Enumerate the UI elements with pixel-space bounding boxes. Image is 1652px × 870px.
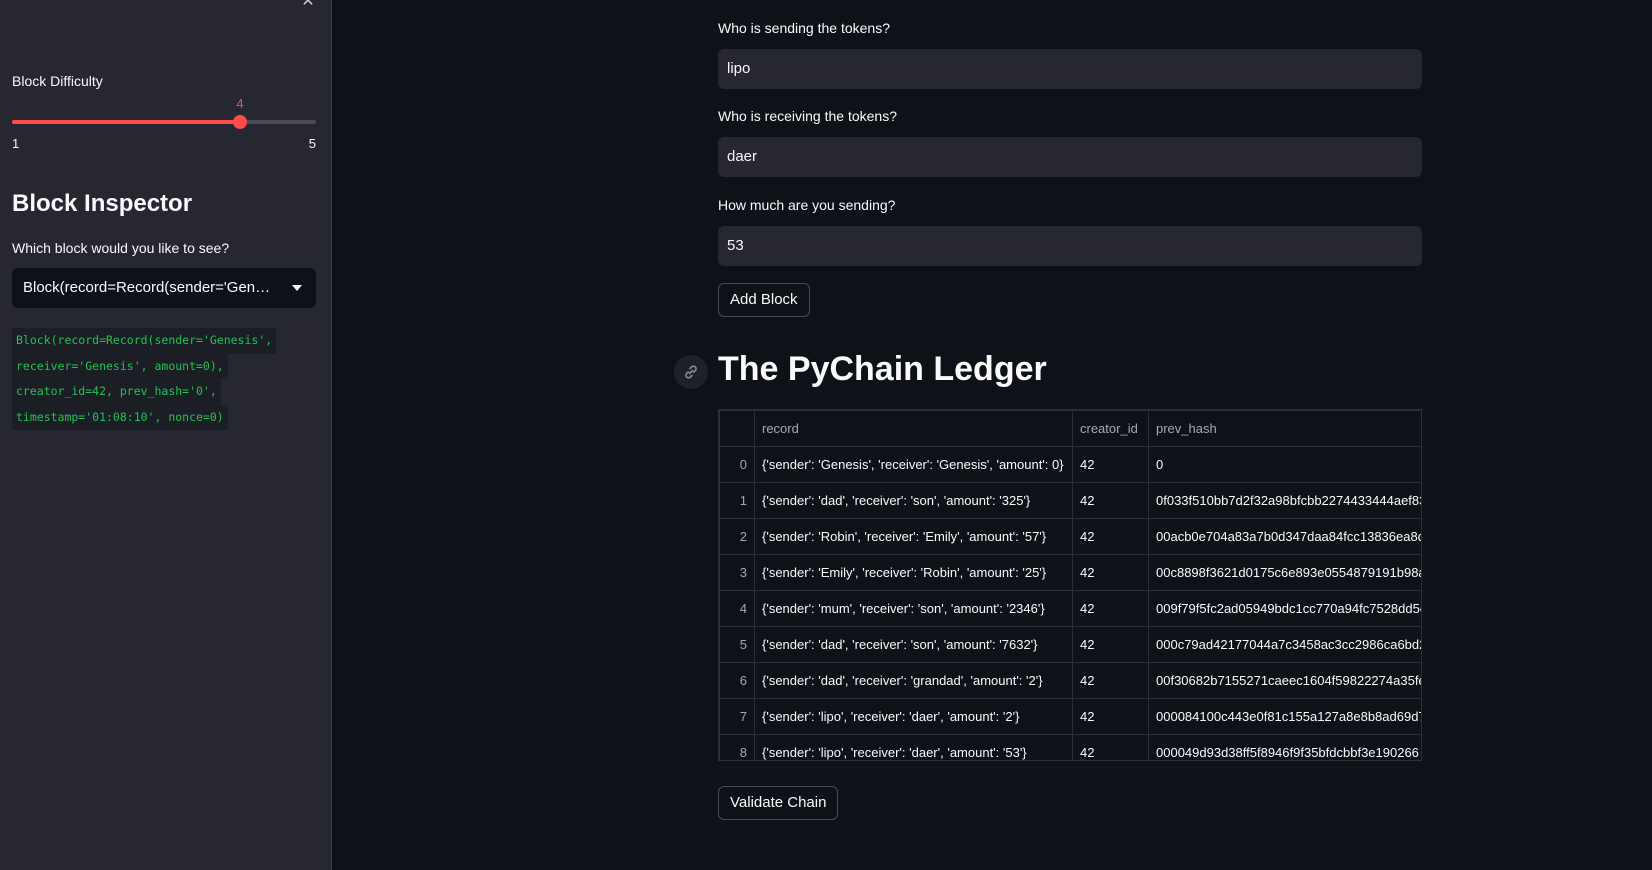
creator-id-cell: 42 — [1072, 446, 1149, 483]
which-block-label: Which block would you like to see? — [12, 240, 230, 256]
record-cell: {'sender': 'lipo', 'receiver': 'daer', '… — [754, 734, 1073, 760]
row-index: 1 — [719, 482, 755, 519]
prev-hash-cell: 000084100c443e0f81c155a127a8e8b8ad69d7 — [1148, 698, 1421, 735]
block-code-output: Block(record=Record(sender='Genesis', re… — [12, 328, 312, 430]
creator-id-cell: 42 — [1072, 698, 1149, 735]
table-row[interactable]: 5 {'sender': 'dad', 'receiver': 'son', 'a… — [719, 626, 1421, 663]
amount-input[interactable] — [718, 226, 1422, 266]
record-cell: {'sender': 'Emily', 'receiver': 'Robin',… — [754, 554, 1073, 591]
code-line: timestamp='01:08:10', nonce=0) — [12, 404, 228, 430]
code-line: Block(record=Record(sender='Genesis', — [12, 328, 277, 354]
row-index: 2 — [719, 518, 755, 555]
creator-id-cell: 42 — [1072, 482, 1149, 519]
record-cell: {'sender': 'Robin', 'receiver': 'Emily',… — [754, 518, 1073, 555]
slider-fill — [12, 120, 240, 124]
receiver-input[interactable] — [718, 137, 1422, 177]
link-icon[interactable] — [674, 355, 708, 389]
row-index: 0 — [719, 446, 755, 483]
record-cell: {'sender': 'dad', 'receiver': 'son', 'am… — [754, 626, 1073, 663]
table-row[interactable]: 3 {'sender': 'Emily', 'receiver': 'Robin'… — [719, 554, 1421, 591]
slider-thumb[interactable] — [233, 115, 247, 129]
code-line: receiver='Genesis', amount=0), — [12, 353, 228, 379]
column-header-record[interactable]: record — [754, 410, 1073, 447]
table-row[interactable]: 2 {'sender': 'Robin', 'receiver': 'Emily'… — [719, 518, 1421, 555]
block-select[interactable]: Block(record=Record(sender='Genesis', re… — [12, 268, 316, 308]
sidebar: ✕ Block Difficulty 4 1 5 Block Inspector… — [0, 0, 332, 870]
creator-id-cell: 42 — [1072, 554, 1149, 591]
column-header-creator-id[interactable]: creator_id — [1072, 410, 1149, 447]
receiver-label: Who is receiving the tokens? — [718, 108, 897, 124]
row-index: 7 — [719, 698, 755, 735]
slider-min-label: 1 — [12, 136, 20, 151]
table-header-row: record creator_id prev_hash — [719, 410, 1421, 447]
row-index: 4 — [719, 590, 755, 627]
row-index: 5 — [719, 626, 755, 663]
block-inspector-heading: Block Inspector — [12, 190, 193, 217]
block-difficulty-slider[interactable]: 4 1 5 — [12, 96, 316, 156]
record-cell: {'sender': 'Genesis', 'receiver': 'Genes… — [754, 446, 1073, 483]
table-row[interactable]: 0 {'sender': 'Genesis', 'receiver': 'Gene… — [719, 446, 1421, 483]
column-header-prev-hash[interactable]: prev_hash — [1148, 410, 1421, 447]
ledger-table[interactable]: record creator_id prev_hash 0 {'sender': … — [718, 409, 1422, 761]
slider-max-label: 5 — [308, 136, 316, 151]
block-select-value: Block(record=Record(sender='Genesis', re… — [23, 279, 316, 296]
prev-hash-cell: 000049d93d38ff5f8946f9f35bfdcbbf3e190266 — [1148, 734, 1421, 760]
table-row[interactable]: 1 {'sender': 'dad', 'receiver': 'son', 'a… — [719, 482, 1421, 519]
prev-hash-cell: 00c8898f3621d0175c6e893e0554879191b98a3 — [1148, 554, 1421, 591]
creator-id-cell: 42 — [1072, 734, 1149, 760]
ledger-title: The PyChain Ledger — [718, 350, 1047, 388]
record-cell: {'sender': 'mum', 'receiver': 'son', 'am… — [754, 590, 1073, 627]
validate-chain-button[interactable]: Validate Chain — [718, 786, 839, 820]
record-cell: {'sender': 'lipo', 'receiver': 'daer', '… — [754, 698, 1073, 735]
slider-value: 4 — [236, 96, 244, 111]
row-index: 3 — [719, 554, 755, 591]
sender-label: Who is sending the tokens? — [718, 20, 890, 36]
code-line: creator_id=42, prev_hash='0', — [12, 379, 221, 405]
block-difficulty-label: Block Difficulty — [12, 73, 103, 89]
table-row[interactable]: 4 {'sender': 'mum', 'receiver': 'son', 'a… — [719, 590, 1421, 627]
amount-label: How much are you sending? — [718, 197, 896, 213]
prev-hash-cell: 000c79ad42177044a7c3458ac3cc2986ca6bd2 — [1148, 626, 1421, 663]
creator-id-cell: 42 — [1072, 590, 1149, 627]
creator-id-cell: 42 — [1072, 518, 1149, 555]
row-index: 8 — [719, 734, 755, 760]
row-index: 6 — [719, 662, 755, 699]
table-row[interactable]: 7 {'sender': 'lipo', 'receiver': 'daer', … — [719, 698, 1421, 735]
record-cell: {'sender': 'dad', 'receiver': 'grandad',… — [754, 662, 1073, 699]
prev-hash-cell: 0f033f510bb7d2f32a98bfcbb2274433444aef83 — [1148, 482, 1421, 519]
prev-hash-cell: 0 — [1148, 446, 1421, 483]
record-cell: {'sender': 'dad', 'receiver': 'son', 'am… — [754, 482, 1073, 519]
add-block-button[interactable]: Add Block — [718, 283, 810, 317]
prev-hash-cell: 00f30682b7155271caeec1604f59822274a35fe3 — [1148, 662, 1421, 699]
column-header-index[interactable] — [719, 410, 755, 447]
prev-hash-cell: 009f79f5fc2ad05949bdc1cc770a94fc7528dd5c — [1148, 590, 1421, 627]
sender-input[interactable] — [718, 49, 1422, 89]
table-row[interactable]: 8 {'sender': 'lipo', 'receiver': 'daer', … — [719, 734, 1421, 760]
prev-hash-cell: 00acb0e704a83a7b0d347daa84fcc13836ea8d — [1148, 518, 1421, 555]
chevron-down-icon[interactable] — [292, 285, 302, 291]
table-row[interactable]: 6 {'sender': 'dad', 'receiver': 'grandad'… — [719, 662, 1421, 699]
creator-id-cell: 42 — [1072, 662, 1149, 699]
creator-id-cell: 42 — [1072, 626, 1149, 663]
close-icon[interactable]: ✕ — [300, 0, 316, 10]
